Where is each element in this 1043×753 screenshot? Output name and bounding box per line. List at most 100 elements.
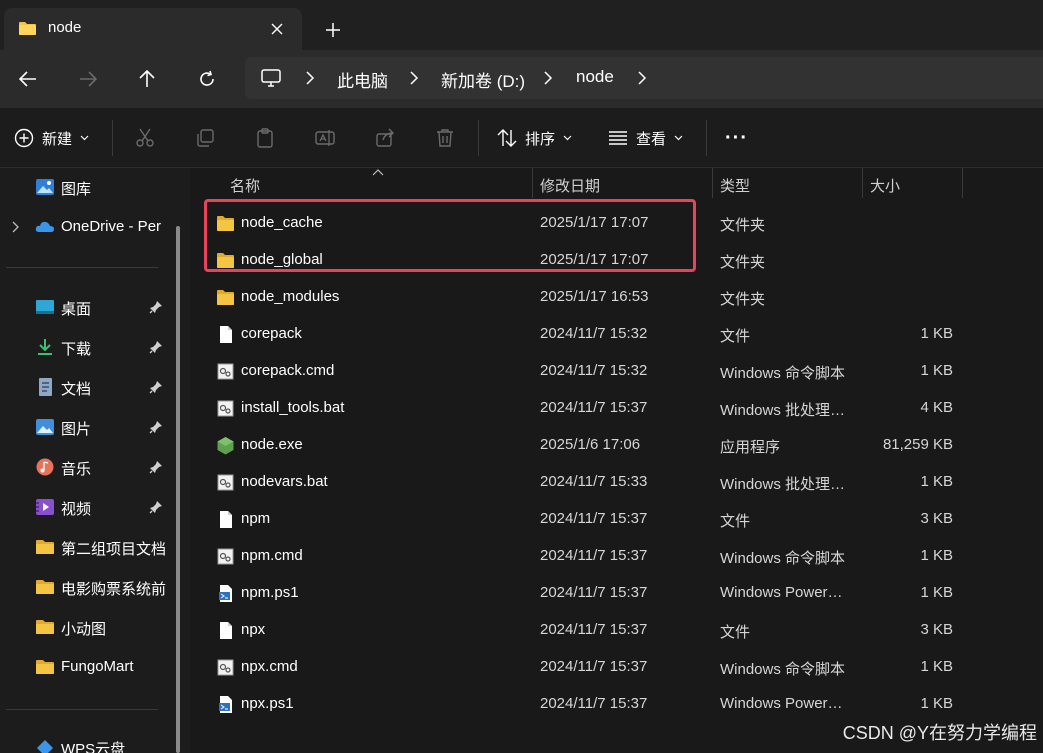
sidebar-item-videos[interactable]: 视频 bbox=[0, 490, 178, 524]
file-row[interactable]: npm.ps1 2024/11/7 15:37 Windows Power… 1 KB bbox=[190, 575, 1043, 612]
column-separator[interactable] bbox=[962, 168, 963, 198]
file-size: 3 KB bbox=[920, 510, 953, 527]
address-bar[interactable]: 此电脑 新加卷 (D:) node bbox=[245, 57, 1043, 99]
breadcrumb-drive-d[interactable]: 新加卷 (D:) bbox=[441, 67, 525, 92]
folder-icon bbox=[19, 22, 36, 35]
file-row[interactable]: npx 2024/11/7 15:37 文件 3 KB bbox=[190, 612, 1043, 649]
sidebar-item-downloads[interactable]: 下载 bbox=[0, 330, 178, 364]
pin-icon[interactable] bbox=[149, 420, 163, 434]
gallery-icon bbox=[36, 179, 54, 195]
arrow-left-icon bbox=[19, 71, 36, 87]
command-bar: 新建 排序 查看 ··· bbox=[0, 108, 1043, 168]
chevron-down-icon bbox=[563, 135, 572, 141]
file-date: 2025/1/6 17:06 bbox=[540, 436, 641, 453]
view-button[interactable]: 查看 bbox=[608, 124, 683, 152]
up-button[interactable] bbox=[132, 64, 162, 94]
chevron-right-icon bbox=[410, 71, 419, 85]
sidebar-item-folder-movie[interactable]: 电影购票系统前 bbox=[0, 570, 178, 604]
file-name: corepack bbox=[241, 325, 302, 342]
file-row[interactable]: node.exe 2025/1/6 17:06 应用程序 81,259 KB bbox=[190, 427, 1043, 464]
cut-button[interactable] bbox=[133, 126, 157, 150]
sidebar-item-gallery[interactable]: 图库 bbox=[0, 170, 178, 204]
pin-icon[interactable] bbox=[149, 460, 163, 474]
sidebar-scrollbar[interactable] bbox=[176, 226, 180, 753]
computer-icon bbox=[261, 69, 281, 87]
column-header-type[interactable]: 类型 bbox=[712, 168, 862, 198]
copy-button[interactable] bbox=[193, 126, 217, 150]
paste-button[interactable] bbox=[253, 126, 277, 150]
sidebar-item-label: 电影购票系统前 bbox=[61, 581, 167, 598]
file-size: 3 KB bbox=[920, 621, 953, 638]
document-icon bbox=[39, 378, 52, 396]
sidebar-item-folder-gifs[interactable]: 小动图 bbox=[0, 610, 178, 644]
pin-icon[interactable] bbox=[149, 300, 163, 314]
file-name: nodevars.bat bbox=[241, 473, 328, 490]
script-icon bbox=[217, 548, 234, 565]
file-row[interactable]: npx.ps1 2024/11/7 15:37 Windows Power… 1 KB bbox=[190, 686, 1043, 723]
sidebar-item-desktop[interactable]: 桌面 bbox=[0, 290, 178, 324]
breadcrumb-this-pc[interactable]: 此电脑 bbox=[337, 67, 388, 92]
sidebar-item-onedrive[interactable]: OneDrive - Per bbox=[0, 210, 178, 244]
sort-label: 排序 bbox=[525, 130, 556, 148]
file-row[interactable]: npm 2024/11/7 15:37 文件 3 KB bbox=[190, 501, 1043, 538]
file-name: npm.cmd bbox=[241, 547, 303, 564]
sidebar-item-wps-cloud[interactable]: WPS云盘 bbox=[0, 730, 178, 753]
column-header-date-label: 修改日期 bbox=[540, 178, 601, 195]
wps-cloud-icon bbox=[37, 740, 53, 753]
pin-icon[interactable] bbox=[149, 500, 163, 514]
rename-button[interactable] bbox=[313, 126, 337, 150]
chevron-right-icon[interactable] bbox=[635, 70, 649, 86]
pin-icon[interactable] bbox=[149, 340, 163, 354]
sidebar-item-folder-fungomart[interactable]: FungoMart bbox=[0, 650, 178, 684]
close-icon bbox=[271, 23, 283, 35]
arrow-up-icon bbox=[139, 70, 155, 87]
file-type: 文件 bbox=[720, 624, 751, 641]
sidebar-item-label: FungoMart bbox=[61, 658, 134, 675]
more-options-button[interactable]: ··· bbox=[725, 124, 748, 152]
sidebar-item-pictures[interactable]: 图片 bbox=[0, 410, 178, 444]
column-header-size[interactable]: 大小 bbox=[862, 168, 962, 198]
file-row[interactable]: nodevars.bat 2024/11/7 15:33 Windows 批处理… 1… bbox=[190, 464, 1043, 501]
column-header-name[interactable]: 名称 bbox=[222, 168, 532, 198]
sidebar-item-folder-group2[interactable]: 第二组项目文档 bbox=[0, 530, 178, 564]
sort-icon bbox=[497, 129, 517, 147]
more-icon: ··· bbox=[725, 126, 748, 149]
new-button[interactable]: 新建 bbox=[14, 124, 89, 152]
file-row[interactable]: npx.cmd 2024/11/7 15:37 Windows 命令脚本 1 KB bbox=[190, 649, 1043, 686]
file-row[interactable]: node_modules 2025/1/17 16:53 文件夹 bbox=[190, 279, 1043, 316]
pin-icon[interactable] bbox=[149, 380, 163, 394]
sidebar-item-music[interactable]: 音乐 bbox=[0, 450, 178, 484]
file-type: Windows 命令脚本 bbox=[720, 365, 846, 382]
view-label: 查看 bbox=[636, 130, 667, 148]
chevron-right-icon[interactable] bbox=[10, 221, 20, 233]
file-name: npx.ps1 bbox=[241, 695, 294, 712]
share-button[interactable] bbox=[373, 126, 397, 150]
file-type: 应用程序 bbox=[720, 439, 781, 456]
refresh-button[interactable] bbox=[192, 64, 222, 94]
file-date: 2024/11/7 15:37 bbox=[540, 399, 648, 416]
new-button-label: 新建 bbox=[42, 130, 73, 148]
sidebar-divider bbox=[6, 709, 158, 710]
pictures-icon bbox=[36, 419, 54, 435]
sidebar-item-documents[interactable]: 文档 bbox=[0, 370, 178, 404]
close-tab-button[interactable] bbox=[266, 18, 288, 40]
file-row[interactable]: npm.cmd 2024/11/7 15:37 Windows 命令脚本 1 KB bbox=[190, 538, 1043, 575]
file-icon bbox=[220, 622, 232, 639]
file-row[interactable]: install_tools.bat 2024/11/7 15:37 Windows … bbox=[190, 390, 1043, 427]
file-name: npm bbox=[241, 510, 271, 527]
file-date: 2024/11/7 15:32 bbox=[540, 362, 648, 379]
tab-node[interactable]: node bbox=[4, 8, 302, 50]
file-row[interactable]: corepack.cmd 2024/11/7 15:32 Windows 命令脚本 1… bbox=[190, 353, 1043, 390]
column-header-date[interactable]: 修改日期 bbox=[532, 168, 712, 198]
back-button[interactable] bbox=[13, 64, 43, 94]
sort-button[interactable]: 排序 bbox=[497, 124, 572, 152]
new-tab-button[interactable] bbox=[320, 17, 346, 43]
forward-button[interactable] bbox=[73, 64, 103, 94]
watermark: CSDN @Y在努力学编程 bbox=[842, 723, 1037, 743]
file-name: node.exe bbox=[241, 436, 303, 453]
file-row[interactable]: corepack 2024/11/7 15:32 文件 1 KB bbox=[190, 316, 1043, 353]
onedrive-icon bbox=[35, 221, 54, 232]
file-name: npm.ps1 bbox=[241, 584, 299, 601]
breadcrumb-node[interactable]: node bbox=[576, 67, 614, 87]
delete-button[interactable] bbox=[433, 126, 457, 150]
